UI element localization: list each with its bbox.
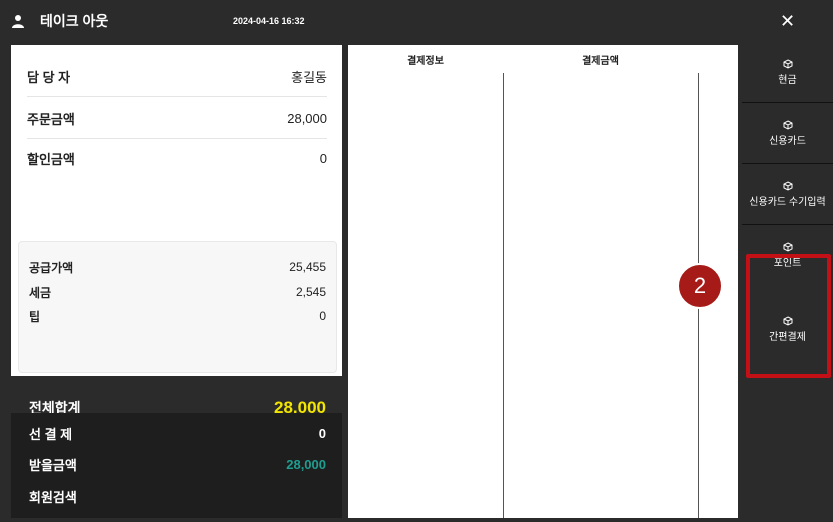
received-row: 받을금액 28,000 xyxy=(29,452,326,476)
cube-icon xyxy=(783,58,792,69)
supply-label: 공급가액 xyxy=(29,260,74,275)
discount-label: 할인금액 xyxy=(27,151,75,167)
close-icon: ✕ xyxy=(779,10,796,31)
cash-button[interactable]: 현금 xyxy=(742,42,833,102)
close-button[interactable]: ✕ xyxy=(742,0,833,42)
payment-status-box: 선 결 제 0 받을금액 28,000 회원검색 xyxy=(11,413,342,518)
received-label: 받을금액 xyxy=(29,457,77,473)
tip-value: 0 xyxy=(319,309,326,323)
order-datetime: 2024-04-16 16:32 xyxy=(233,16,305,26)
manager-label: 담 당 자 xyxy=(27,69,71,85)
manager-row: 담 당 자 홍길동 xyxy=(27,56,327,96)
tax-row: 세금 2,545 xyxy=(29,282,326,302)
tax-value: 2,545 xyxy=(295,285,326,299)
order-type-title: 테이크 아웃 xyxy=(40,13,109,29)
column-header-payment-amount: 결제금액 xyxy=(582,55,619,67)
member-search-label: 회원검색 xyxy=(29,489,77,505)
prepay-label: 선 결 제 xyxy=(29,426,73,442)
cash-label: 현금 xyxy=(778,74,797,86)
prepay-row: 선 결 제 0 xyxy=(29,421,326,445)
discount-value: 0 xyxy=(319,150,327,166)
tip-row: 팁 0 xyxy=(29,306,326,326)
prepay-value: 0 xyxy=(318,425,326,441)
supply-row: 공급가액 25,455 xyxy=(29,257,326,277)
pos-payment-screen: 테이크 아웃 2024-04-16 16:32 ✕ 담 당 자 홍길동 주문금액… xyxy=(0,0,833,522)
step-badge: 2 xyxy=(677,263,723,309)
cube-icon xyxy=(783,119,792,130)
discount-row: 할인금액 0 xyxy=(27,138,327,178)
received-value: 28,000 xyxy=(286,456,326,472)
member-search-button[interactable]: 회원검색 xyxy=(29,484,326,508)
payment-table-header: 결제정보 결제금액 xyxy=(348,45,738,73)
manual-card-entry-button[interactable]: 신용카드 수기입력 xyxy=(742,164,833,224)
top-bar: 테이크 아웃 2024-04-16 16:32 xyxy=(0,0,742,42)
easy-pay-highlight xyxy=(746,254,831,378)
order-amount-row: 주문금액 28,000 xyxy=(27,98,327,138)
supply-value: 25,455 xyxy=(289,260,326,274)
column-header-payment-info: 결제정보 xyxy=(407,55,444,67)
tax-breakdown-box: 공급가액 25,455 세금 2,545 팁 0 xyxy=(18,241,337,373)
cube-icon xyxy=(783,241,792,252)
order-amount-label: 주문금액 xyxy=(27,111,75,127)
step-number: 2 xyxy=(693,273,707,298)
cube-icon xyxy=(783,180,792,191)
divider xyxy=(27,96,327,97)
tax-label: 세금 xyxy=(29,285,52,300)
user-icon xyxy=(12,15,24,28)
order-amount-value: 28,000 xyxy=(287,110,327,126)
manual-card-entry-label: 신용카드 수기입력 xyxy=(749,196,826,208)
column-divider xyxy=(503,73,504,518)
credit-card-button[interactable]: 신용카드 xyxy=(742,103,833,163)
credit-card-label: 신용카드 xyxy=(769,135,806,147)
manager-value: 홍길동 xyxy=(291,69,327,85)
tip-label: 팁 xyxy=(29,309,41,324)
